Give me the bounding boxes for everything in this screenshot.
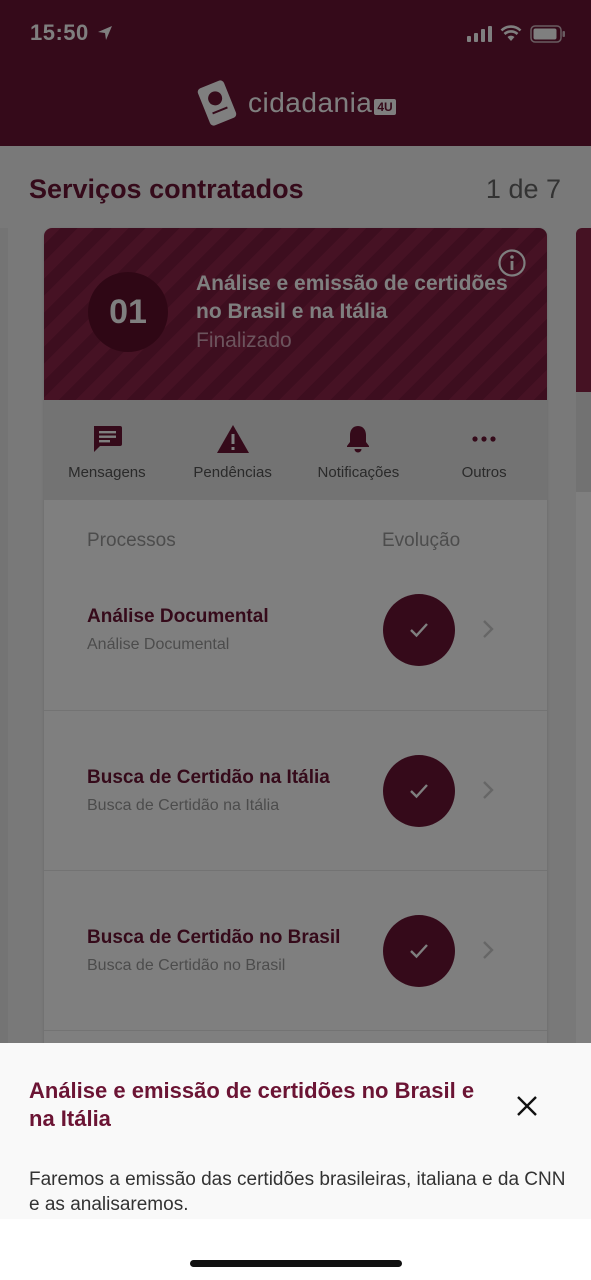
sheet-title: Análise e emissão de certidões no Brasil… [29, 1078, 475, 1131]
modal-backdrop[interactable] [0, 0, 591, 1043]
info-bottom-sheet: Análise e emissão de certidões no Brasil… [0, 1043, 591, 1219]
sheet-description: Faremos a emissão das certidões brasilei… [29, 1169, 566, 1215]
close-icon[interactable] [514, 1093, 540, 1119]
home-indicator[interactable] [190, 1260, 402, 1267]
home-indicator-area [0, 1219, 591, 1280]
